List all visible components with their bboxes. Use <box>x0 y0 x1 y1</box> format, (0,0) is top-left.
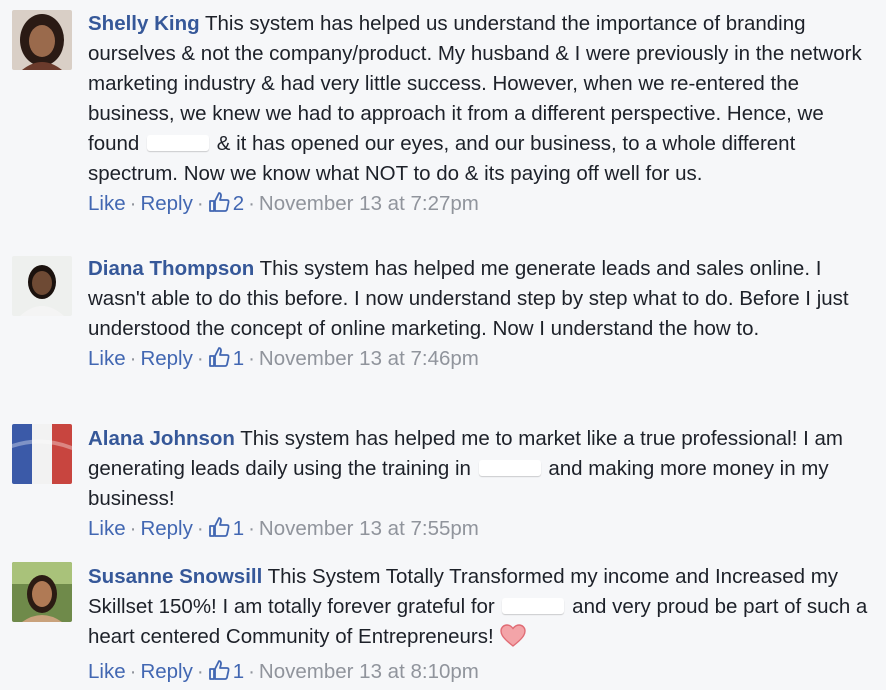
timestamp[interactable]: November 13 at 7:27pm <box>259 192 479 215</box>
reply-link[interactable]: Reply <box>140 347 192 370</box>
like-count-button[interactable]: 2 <box>208 192 244 215</box>
timestamp[interactable]: November 13 at 7:46pm <box>259 347 479 370</box>
redacted-text <box>147 135 210 151</box>
avatar[interactable] <box>12 562 72 622</box>
avatar[interactable] <box>12 256 72 316</box>
timestamp[interactable]: November 13 at 7:55pm <box>259 517 479 540</box>
thumbs-up-icon <box>208 191 230 222</box>
heart-icon <box>499 624 526 657</box>
like-count-button[interactable]: 1 <box>208 347 244 370</box>
like-link[interactable]: Like <box>88 517 126 540</box>
author-name[interactable]: Shelly King <box>88 12 200 35</box>
reply-link[interactable]: Reply <box>140 192 192 215</box>
like-count: 1 <box>232 347 245 370</box>
reply-link[interactable]: Reply <box>140 660 192 683</box>
like-link[interactable]: Like <box>88 192 126 215</box>
like-link[interactable]: Like <box>88 660 126 683</box>
like-count: 2 <box>232 192 245 215</box>
thumbs-up-icon <box>208 516 230 547</box>
comment-actions: Like · Reply · 1 · November 13 at 7:55pm <box>88 514 878 547</box>
author-name[interactable]: Diana Thompson <box>88 257 254 280</box>
like-count: 1 <box>232 517 245 540</box>
avatar[interactable] <box>12 10 72 70</box>
avatar[interactable] <box>12 424 72 484</box>
comment-body: Susanne Snowsill This System Totally Tra… <box>88 562 878 690</box>
author-name[interactable]: Alana Johnson <box>88 427 235 450</box>
like-link[interactable]: Like <box>88 347 126 370</box>
redacted-text <box>478 460 541 476</box>
thumbs-up-icon <box>208 659 230 690</box>
reply-link[interactable]: Reply <box>140 517 192 540</box>
timestamp[interactable]: November 13 at 8:10pm <box>259 660 479 683</box>
like-count: 1 <box>232 660 245 683</box>
comment-actions: Like · Reply · 2 · November 13 at 7:27pm <box>88 189 878 222</box>
like-count-button[interactable]: 1 <box>208 517 244 540</box>
comment-body: Diana Thompson This system has helped me… <box>88 254 878 377</box>
author-name[interactable]: Susanne Snowsill <box>88 565 262 588</box>
comment-actions: Like · Reply · 1 · November 13 at 8:10pm <box>88 657 878 690</box>
thumbs-up-icon <box>208 346 230 377</box>
comment-body: Alana Johnson This system has helped me … <box>88 424 878 547</box>
like-count-button[interactable]: 1 <box>208 660 244 683</box>
comment-actions: Like · Reply · 1 · November 13 at 7:46pm <box>88 344 878 377</box>
redacted-text <box>502 598 565 614</box>
comment-body: Shelly King This system has helped us un… <box>88 9 878 222</box>
